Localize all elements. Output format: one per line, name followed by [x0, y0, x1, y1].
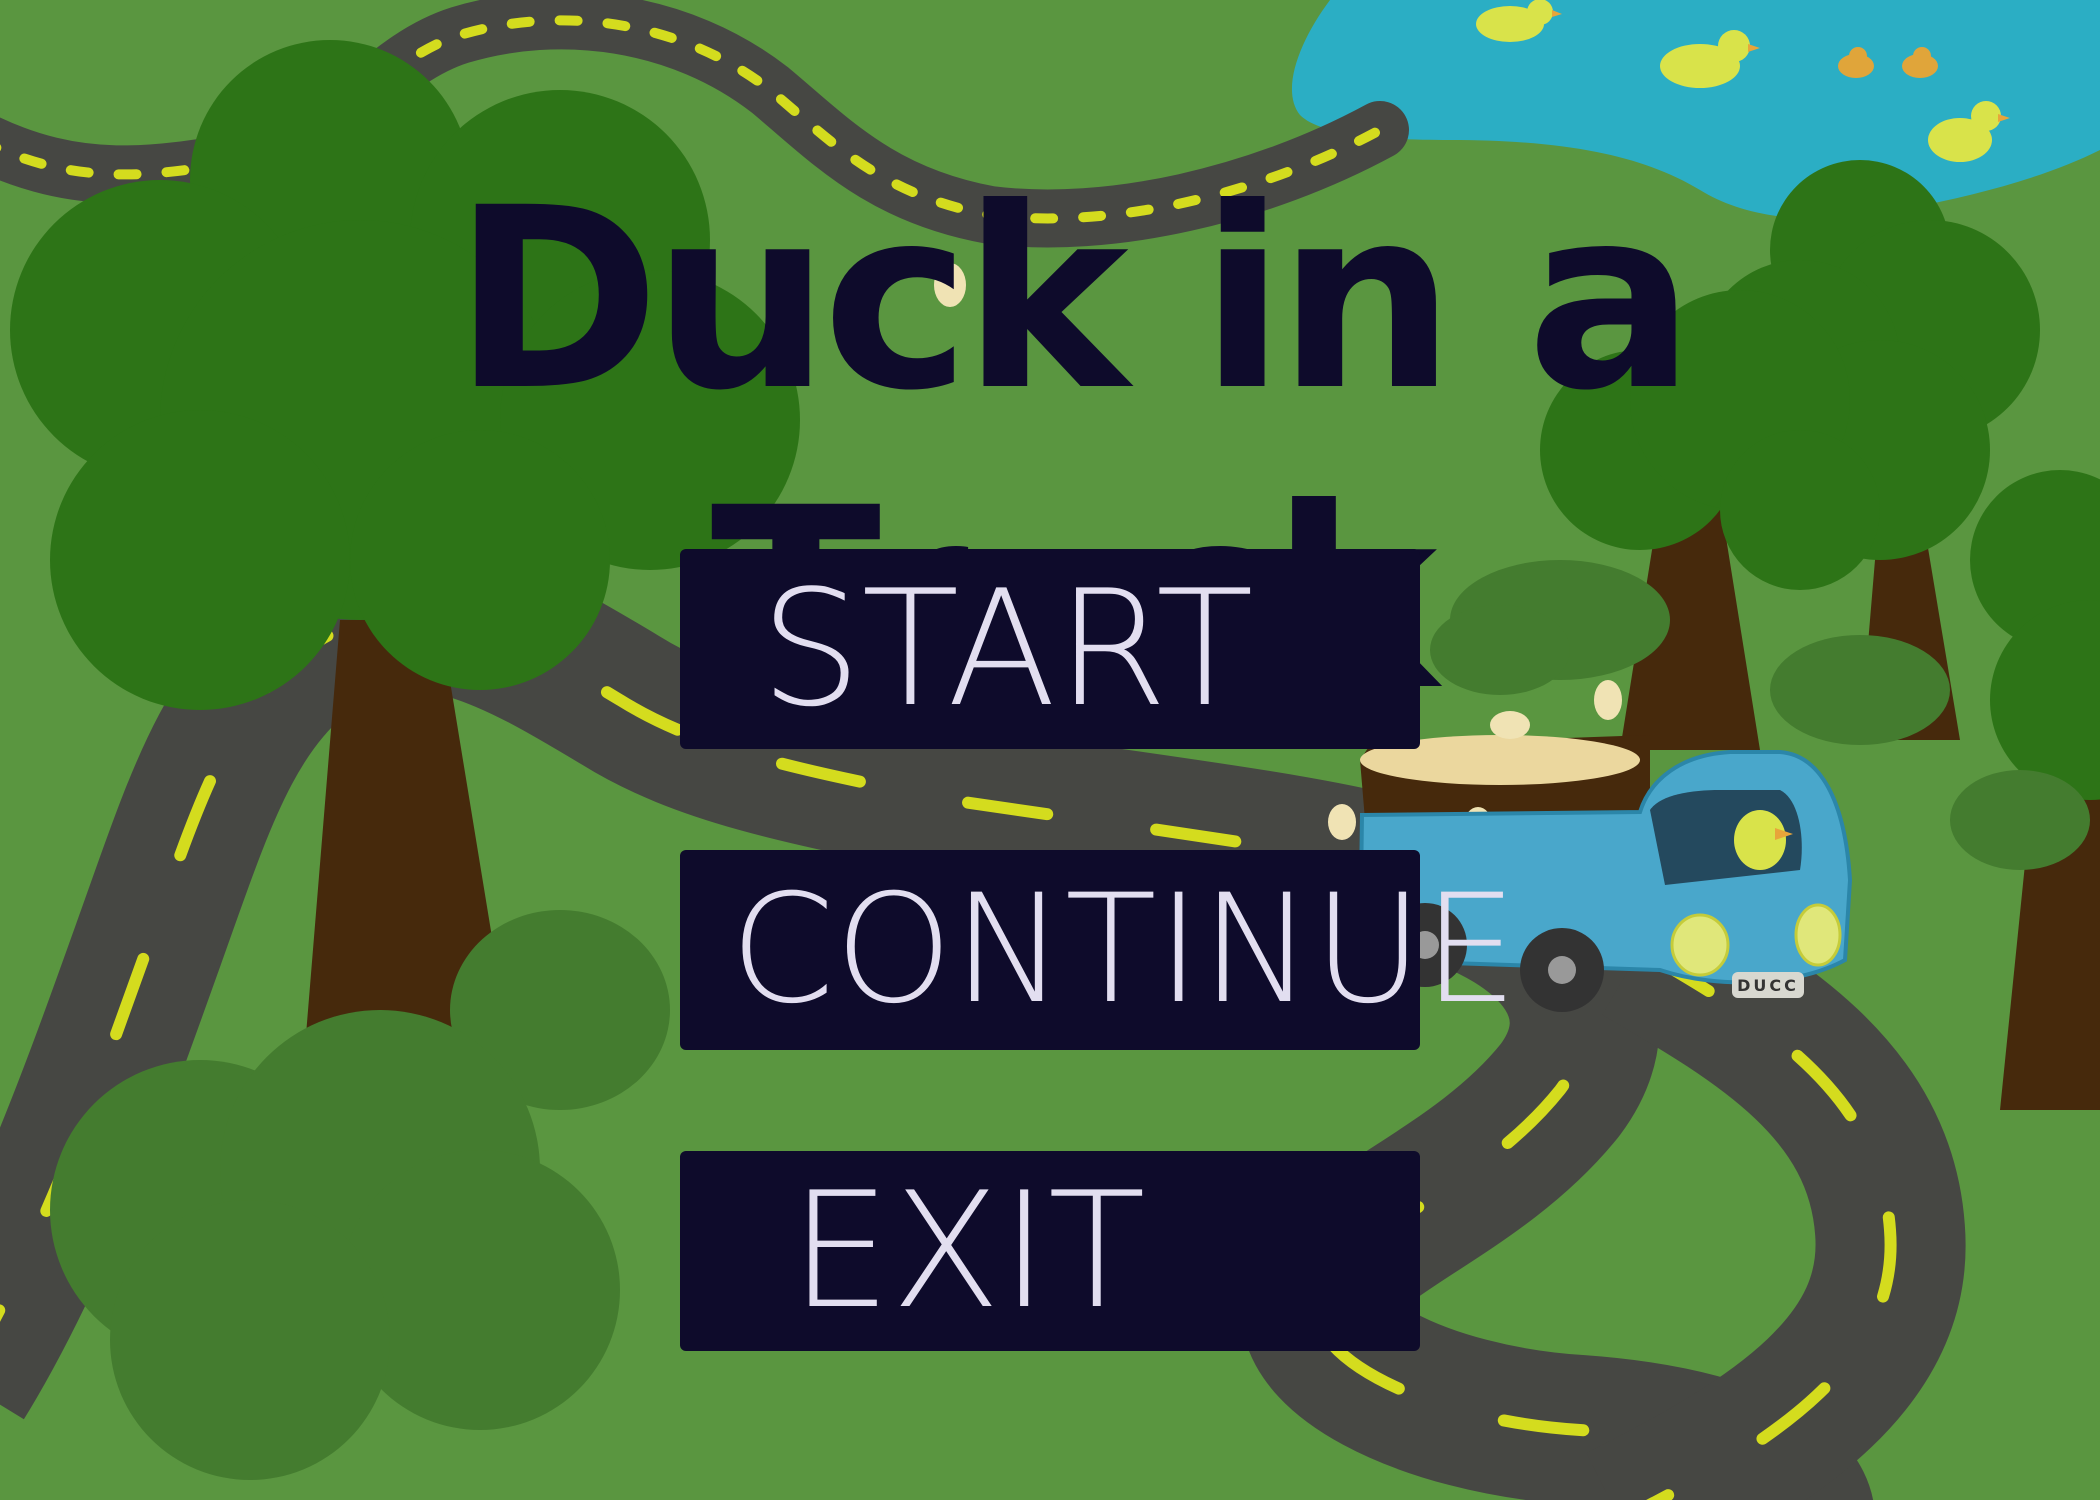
start-button[interactable]: START [680, 549, 1420, 749]
left-headlight [1670, 913, 1730, 977]
right-headlight [1794, 903, 1842, 967]
exit-button[interactable]: EXIT [680, 1151, 1420, 1351]
duck-driver [1734, 810, 1786, 870]
license-plate-text: DUCC [1737, 976, 1799, 995]
falling-egg-4 [1328, 804, 1356, 840]
continue-button[interactable]: CONTINUE [680, 850, 1518, 1050]
